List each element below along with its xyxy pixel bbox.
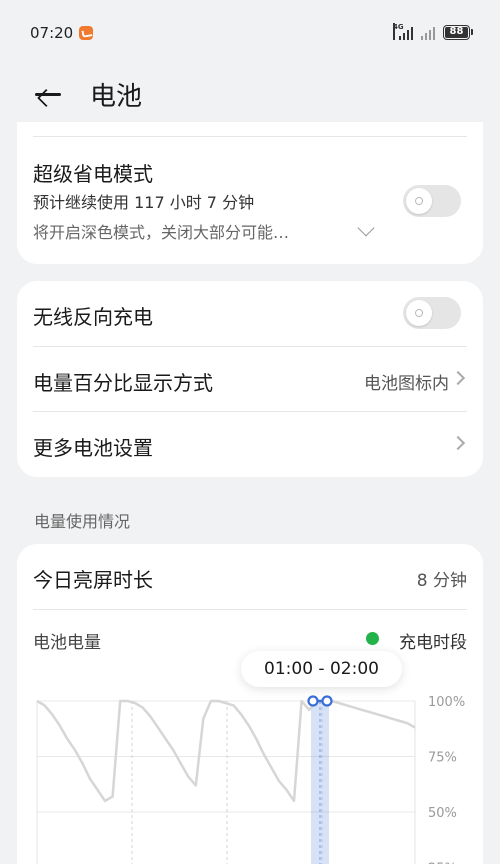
network-type: 4G [393,23,404,40]
signal-icon-secondary [421,26,439,40]
wireless-reverse-row[interactable]: 无线反向充电 [17,281,483,346]
battery-icon: 88 [443,25,473,40]
super-saver-card[interactable]: 超级省电模式 预计继续使用 117 小时 7 分钟 将开启深色模式，关闭大部分可… [17,122,483,264]
battery-settings-card: 无线反向充电 电量百分比显示方式 电池图标内 更多电池设置 [17,281,483,477]
chevron-right-icon [450,435,466,451]
super-saver-subtitle: 预计继续使用 117 小时 7 分钟 [33,193,255,212]
back-arrow-icon[interactable] [33,80,65,110]
percentage-display-value: 电池图标内 [364,374,449,394]
battery-chart[interactable]: 100%75%50%25% [17,544,483,864]
chevron-right-icon [450,370,466,386]
percentage-display-row[interactable]: 电量百分比显示方式 电池图标内 [17,347,483,411]
status-bar: 07:20 4G 88 [0,0,500,66]
wireless-reverse-toggle[interactable] [403,297,461,329]
more-settings-label: 更多电池设置 [33,436,153,460]
super-saver-toggle[interactable] [403,185,461,217]
selection-handle-right [321,695,333,707]
section-title: 电量使用情况 [34,512,131,531]
super-saver-description: 将开启深色模式，关闭大部分可能… [33,223,290,242]
percentage-display-label: 电量百分比显示方式 [33,371,213,395]
status-time: 07:20 [30,24,74,42]
y-tick-label: 100% [428,695,465,710]
chevron-down-icon[interactable] [357,219,375,237]
wireless-reverse-label: 无线反向充电 [33,305,153,329]
battery-level: 88 [449,26,464,37]
signal-icon: 4G [393,23,417,40]
chart-tooltip: 01:00 - 02:00 [241,651,402,687]
more-settings-row[interactable]: 更多电池设置 [17,412,483,477]
page-title: 电池 [90,82,143,112]
divider [33,136,467,137]
app-notification-icon [79,26,93,40]
selection-handle-left [307,695,319,707]
super-saver-title: 超级省电模式 [33,162,153,186]
battery-level-line [36,699,416,803]
y-tick-label: 75% [428,751,457,766]
battery-usage-card: 今日亮屏时长 8 分钟 电池电量 充电时段 100%75%50%25% 01:0… [17,544,483,864]
y-tick-label: 50% [428,806,457,821]
